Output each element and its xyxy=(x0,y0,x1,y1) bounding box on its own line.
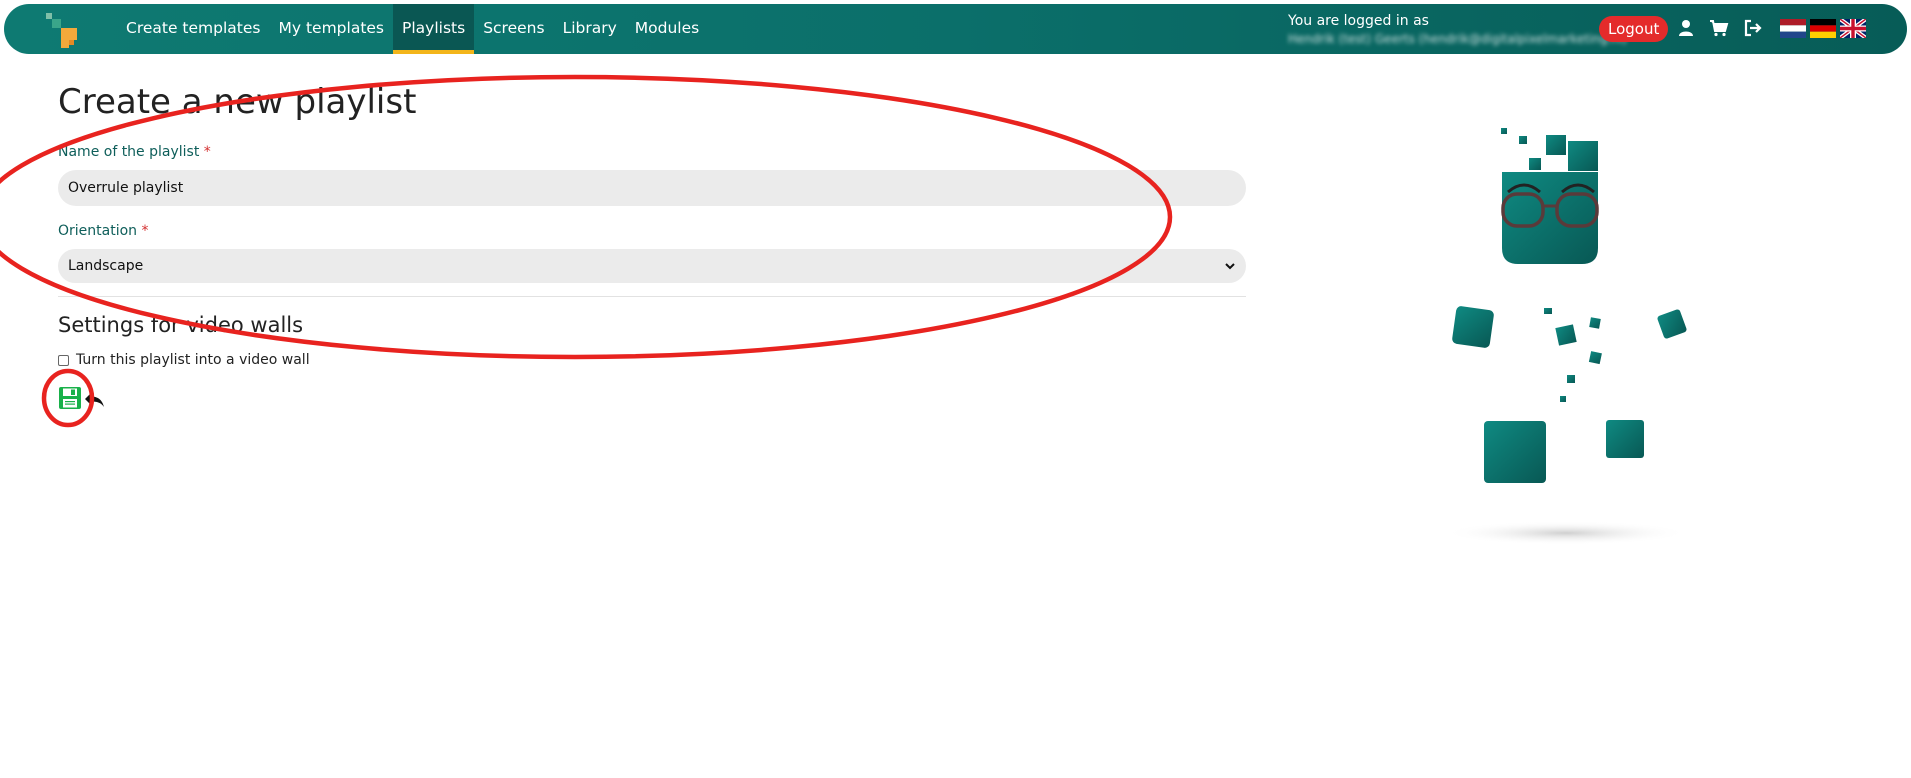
undo-arrow-icon[interactable] xyxy=(82,390,106,410)
flag-nl-icon[interactable] xyxy=(1780,19,1806,38)
video-wall-section-title: Settings for video walls xyxy=(58,313,304,337)
required-marker: * xyxy=(203,144,211,160)
flag-de-icon[interactable] xyxy=(1810,19,1836,38)
nav-create-templates[interactable]: Create templates xyxy=(117,4,269,54)
user-icon[interactable] xyxy=(1676,18,1696,38)
login-label: You are logged in as xyxy=(1288,13,1429,29)
nav-library[interactable]: Library xyxy=(554,4,626,54)
nav-my-templates[interactable]: My templates xyxy=(269,4,393,54)
pixel-character-illustration xyxy=(1444,128,1688,545)
login-info: You are logged in as Hendrik (test) Geer… xyxy=(1288,12,1627,48)
page-title: Create a new playlist xyxy=(58,82,417,122)
video-wall-option: Turn this playlist into a video wall xyxy=(58,352,310,368)
chevron-down-icon xyxy=(1225,263,1235,270)
required-marker: * xyxy=(141,223,149,239)
cart-icon[interactable] xyxy=(1709,18,1729,38)
orientation-label-text: Orientation xyxy=(58,223,138,239)
orientation-selected-value: Landscape xyxy=(68,258,144,274)
name-label: Name of the playlist * xyxy=(58,144,211,160)
sign-out-icon[interactable] xyxy=(1743,18,1763,38)
nav-modules[interactable]: Modules xyxy=(626,4,708,54)
flag-uk-icon[interactable] xyxy=(1840,19,1866,38)
video-wall-checkbox-label[interactable]: Turn this playlist into a video wall xyxy=(76,352,310,368)
logout-button[interactable]: Logout xyxy=(1599,16,1669,42)
floppy-disk-icon[interactable] xyxy=(58,386,82,410)
nav-screens[interactable]: Screens xyxy=(474,4,553,54)
orientation-select[interactable]: Landscape xyxy=(58,249,1246,283)
name-label-text: Name of the playlist xyxy=(58,144,200,160)
orientation-label: Orientation * xyxy=(58,223,149,239)
app-logo[interactable] xyxy=(42,10,88,50)
divider xyxy=(58,296,1246,297)
playlist-name-input[interactable] xyxy=(58,170,1246,206)
main-nav: Create templates My templates Playlists … xyxy=(117,4,708,54)
video-wall-checkbox[interactable] xyxy=(58,354,69,366)
nav-playlists[interactable]: Playlists xyxy=(393,4,475,54)
top-navbar: Create templates My templates Playlists … xyxy=(4,4,1907,54)
login-email: Hendrik (test) Geerts (hendrik@digitalpi… xyxy=(1288,32,1628,46)
